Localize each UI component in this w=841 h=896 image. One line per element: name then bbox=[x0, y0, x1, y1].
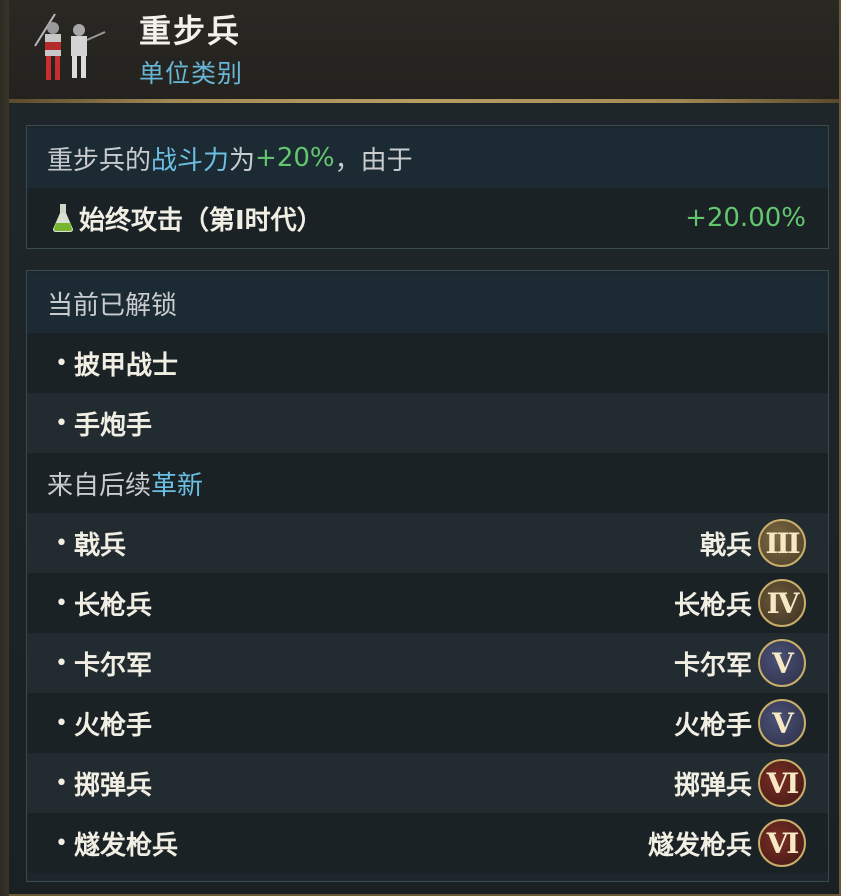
future-unit-name: 掷弹兵 bbox=[73, 770, 152, 801]
era-badge-icon: IV bbox=[758, 579, 806, 627]
flask-icon bbox=[53, 204, 73, 232]
combat-suffix: ，由于 bbox=[334, 145, 413, 176]
list-item[interactable]: • 卡尔军 卡尔军 V bbox=[27, 633, 828, 693]
era-badge-icon: VI bbox=[758, 819, 806, 867]
combat-summary-row: 重步兵的 战斗力 为 +20% ，由于 bbox=[27, 128, 828, 188]
list-item[interactable]: • 披甲战士 bbox=[27, 333, 828, 393]
combat-strength-panel: 重步兵的 战斗力 为 +20% ，由于 始终攻击（第I时代） +20.00% bbox=[26, 125, 829, 249]
era-unit-label: 长枪兵 bbox=[673, 590, 752, 621]
unlocked-unit-name: 手炮手 bbox=[73, 410, 152, 441]
combat-source-row: 始终攻击（第I时代） +20.00% bbox=[27, 188, 828, 248]
combat-source-label: 始终攻击（第I时代） bbox=[79, 205, 323, 236]
bullet-icon: • bbox=[55, 650, 68, 676]
bullet-icon: • bbox=[55, 410, 68, 436]
era-badge-icon: III bbox=[758, 519, 806, 567]
unlocked-heading: 当前已解锁 bbox=[47, 290, 178, 321]
combat-source-value: +20.00% bbox=[685, 203, 806, 233]
heavy-infantry-portrait bbox=[34, 13, 106, 80]
future-unit-name: 长枪兵 bbox=[73, 590, 152, 621]
bullet-icon: • bbox=[55, 590, 68, 616]
list-item[interactable]: • 火枪手 火枪手 V bbox=[27, 693, 828, 753]
future-unit-name: 火枪手 bbox=[73, 710, 152, 741]
list-item[interactable]: • 掷弹兵 掷弹兵 VI bbox=[27, 753, 828, 813]
list-item[interactable]: • 手炮手 bbox=[27, 393, 828, 453]
era-unit-label: 戟兵 bbox=[699, 530, 752, 561]
bullet-icon: • bbox=[55, 830, 68, 856]
era-unit-label: 火枪手 bbox=[673, 710, 752, 741]
era-unit-label: 燧发枪兵 bbox=[647, 830, 752, 861]
unit-category-link[interactable]: 单位类别 bbox=[139, 54, 243, 90]
bullet-icon: • bbox=[55, 710, 68, 736]
future-unit-name: 燧发枪兵 bbox=[73, 830, 178, 861]
bullet-icon: • bbox=[55, 530, 68, 556]
unlocks-panel: 当前已解锁 • 披甲战士 • 手炮手 来自后续 革新 • 戟兵 戟兵 III • 长枪兵 … bbox=[26, 270, 829, 882]
bullet-icon: • bbox=[55, 350, 68, 376]
bullet-icon: • bbox=[55, 770, 68, 796]
combat-strength-link[interactable]: 战斗力 bbox=[151, 140, 229, 177]
future-unit-name: 戟兵 bbox=[73, 530, 126, 561]
list-item[interactable]: • 戟兵 戟兵 III bbox=[27, 513, 828, 573]
unlocked-unit-name: 披甲战士 bbox=[73, 350, 178, 381]
list-item[interactable]: • 长枪兵 长枪兵 IV bbox=[27, 573, 828, 633]
era-unit-label: 卡尔军 bbox=[673, 650, 752, 681]
era-unit-label: 掷弹兵 bbox=[673, 770, 752, 801]
future-heading-prefix: 来自后续 bbox=[47, 470, 152, 501]
combat-middle: 为 bbox=[229, 145, 256, 176]
era-badge-icon: VI bbox=[758, 759, 806, 807]
tooltip-header: 重步兵 单位类别 bbox=[9, 0, 839, 100]
combat-value: +20% bbox=[255, 143, 335, 173]
future-unit-name: 卡尔军 bbox=[73, 650, 152, 681]
unlocked-heading-row: 当前已解锁 bbox=[27, 273, 828, 333]
header-divider bbox=[9, 99, 839, 103]
combat-prefix: 重步兵的 bbox=[47, 145, 152, 176]
era-badge-icon: V bbox=[758, 639, 806, 687]
innovation-link[interactable]: 革新 bbox=[151, 465, 203, 502]
list-item[interactable]: • 燧发枪兵 燧发枪兵 VI bbox=[27, 813, 828, 873]
background-strip bbox=[0, 0, 9, 896]
era-badge-icon: V bbox=[758, 699, 806, 747]
unit-title: 重步兵 bbox=[139, 12, 242, 50]
future-heading-row: 来自后续 革新 bbox=[27, 453, 828, 513]
